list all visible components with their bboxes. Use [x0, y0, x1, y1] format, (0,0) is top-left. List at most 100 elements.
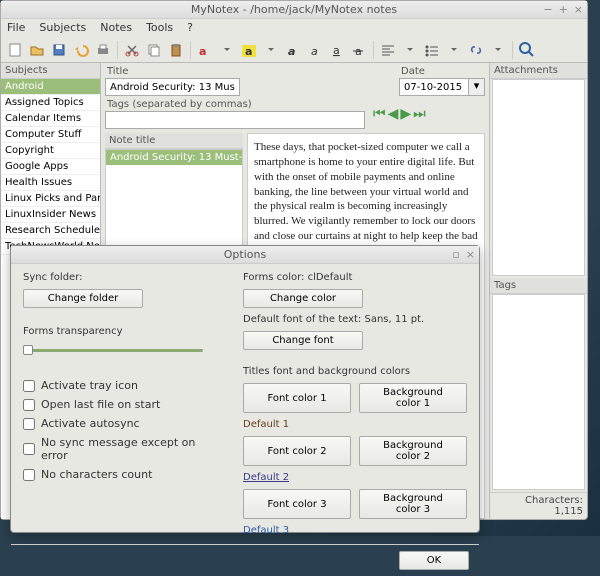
- title-input[interactable]: [105, 78, 240, 96]
- options-maximize-icon[interactable]: ▫: [452, 246, 459, 264]
- font-icon[interactable]: a: [195, 40, 215, 60]
- options-right-column: Forms color: clDefault Change color Defa…: [243, 272, 467, 536]
- subject-item[interactable]: Linux Picks and Pans: [1, 191, 100, 207]
- align-dropdown-icon[interactable]: [400, 40, 420, 60]
- main-title: MyNotex - /home/jack/MyNotex notes: [191, 3, 397, 16]
- tags-box[interactable]: [492, 294, 585, 491]
- bullet-list-icon[interactable]: [422, 40, 442, 60]
- nav-first-icon[interactable]: ⏮: [373, 106, 386, 122]
- list-dropdown-icon[interactable]: [444, 40, 464, 60]
- autosync-checkbox[interactable]: Activate autosync: [23, 417, 223, 430]
- openlast-checkbox[interactable]: Open last file on start: [23, 398, 223, 411]
- cut-icon[interactable]: [122, 40, 142, 60]
- right-column: Attachments Tags Characters: 1,115: [489, 63, 587, 519]
- tray-checkbox[interactable]: Activate tray icon: [23, 379, 223, 392]
- default-2-label: Default 2: [243, 472, 467, 483]
- note-list-item[interactable]: Android Security: 13 Must-Kno: [106, 150, 242, 165]
- font-color-1-button[interactable]: Font color 1: [243, 383, 351, 413]
- menu-tools[interactable]: Tools: [146, 21, 173, 35]
- nav-next-icon[interactable]: ▶: [400, 106, 411, 122]
- menu-file[interactable]: File: [7, 21, 25, 35]
- change-folder-button[interactable]: Change folder: [23, 289, 143, 308]
- strike-icon[interactable]: a: [349, 40, 369, 60]
- align-left-icon[interactable]: [378, 40, 398, 60]
- forms-color-label: Forms color: clDefault: [243, 272, 467, 283]
- default-1-label: Default 1: [243, 419, 467, 430]
- nosyncmsg-checkbox[interactable]: No sync message except on error: [23, 436, 223, 462]
- options-title: Options: [224, 248, 266, 261]
- options-left-column: Sync folder: Change folder Forms transpa…: [23, 272, 223, 536]
- titles-font-label: Titles font and background colors: [243, 366, 467, 377]
- minimize-icon[interactable]: −: [543, 1, 552, 19]
- menu-help[interactable]: ?: [187, 21, 193, 35]
- attachments-box[interactable]: [492, 79, 585, 276]
- search-icon[interactable]: [517, 40, 537, 60]
- bg-color-1-button[interactable]: Background color 1: [359, 383, 467, 413]
- subject-item[interactable]: Health Issues: [1, 175, 100, 191]
- nav-prev-icon[interactable]: ◀: [388, 106, 399, 122]
- font-color-3-button[interactable]: Font color 3: [243, 489, 351, 519]
- change-font-button[interactable]: Change font: [243, 331, 363, 350]
- default-font-label: Default font of the text: Sans, 11 pt.: [243, 314, 467, 325]
- menu-subjects[interactable]: Subjects: [39, 21, 86, 35]
- highlight-icon[interactable]: a: [239, 40, 259, 60]
- subject-item[interactable]: LinuxInsider News: [1, 207, 100, 223]
- new-file-icon[interactable]: [5, 40, 25, 60]
- bg-color-2-button[interactable]: Background color 2: [359, 436, 467, 466]
- save-icon[interactable]: [49, 40, 69, 60]
- svg-text:a: a: [311, 45, 318, 57]
- attachments-label: Attachments: [490, 63, 587, 79]
- subject-item[interactable]: Assigned Topics: [1, 95, 100, 111]
- print-icon[interactable]: [93, 40, 113, 60]
- nocharcount-checkbox[interactable]: No characters count: [23, 468, 223, 481]
- subject-item[interactable]: Calendar Items: [1, 111, 100, 127]
- subject-item[interactable]: Copyright: [1, 143, 100, 159]
- svg-text:a: a: [333, 44, 340, 57]
- default-3-label: Default 3: [243, 525, 467, 536]
- tags-panel-label: Tags: [490, 278, 587, 294]
- tags-input[interactable]: [105, 111, 365, 129]
- subjects-header: Subjects: [1, 63, 100, 79]
- date-input[interactable]: [399, 78, 469, 96]
- sync-folder-label: Sync folder:: [23, 272, 223, 283]
- svg-text:a: a: [199, 45, 206, 57]
- font-color-2-button[interactable]: Font color 2: [243, 436, 351, 466]
- undo-icon[interactable]: [71, 40, 91, 60]
- bg-color-3-button[interactable]: Background color 3: [359, 489, 467, 519]
- ok-button[interactable]: OK: [399, 551, 469, 570]
- title-label: Title: [105, 65, 395, 78]
- svg-text:a: a: [245, 45, 252, 57]
- link-icon[interactable]: [466, 40, 486, 60]
- svg-text:a: a: [288, 45, 295, 57]
- forms-transparency-label: Forms transparency: [23, 326, 223, 337]
- notelist-header: Note title: [105, 133, 243, 149]
- menubar: File Subjects Notes Tools ?: [1, 19, 587, 37]
- tags-label: Tags (separated by commas): [105, 98, 365, 111]
- menu-notes[interactable]: Notes: [100, 21, 132, 35]
- paste-icon[interactable]: [166, 40, 186, 60]
- copy-icon[interactable]: [144, 40, 164, 60]
- underline-icon[interactable]: a: [327, 40, 347, 60]
- link-dropdown-icon[interactable]: [488, 40, 508, 60]
- main-titlebar[interactable]: MyNotex - /home/jack/MyNotex notes − + ×: [1, 1, 587, 19]
- options-titlebar[interactable]: Options ▫ ×: [11, 246, 479, 264]
- options-close-icon[interactable]: ×: [466, 246, 475, 264]
- char-count: Characters: 1,115: [490, 492, 587, 519]
- italic-icon[interactable]: a: [305, 40, 325, 60]
- open-file-icon[interactable]: [27, 40, 47, 60]
- date-dropdown-icon[interactable]: ▾: [469, 78, 485, 96]
- subject-item[interactable]: Computer Stuff: [1, 127, 100, 143]
- maximize-icon[interactable]: +: [559, 1, 568, 19]
- nav-last-icon[interactable]: ⏭: [413, 106, 426, 122]
- options-dialog: Options ▫ × Sync folder: Change folder F…: [10, 245, 480, 533]
- bold-icon[interactable]: a: [283, 40, 303, 60]
- close-icon[interactable]: ×: [574, 1, 583, 19]
- subject-item[interactable]: Google Apps: [1, 159, 100, 175]
- transparency-slider[interactable]: [23, 343, 203, 357]
- highlight-dropdown-icon[interactable]: [261, 40, 281, 60]
- font-dropdown-icon[interactable]: [217, 40, 237, 60]
- subject-item[interactable]: Research Schedule: [1, 223, 100, 239]
- nav-buttons: ⏮ ◀ ▶ ⏭: [373, 106, 426, 122]
- subject-item[interactable]: Android: [1, 79, 100, 95]
- change-color-button[interactable]: Change color: [243, 289, 363, 308]
